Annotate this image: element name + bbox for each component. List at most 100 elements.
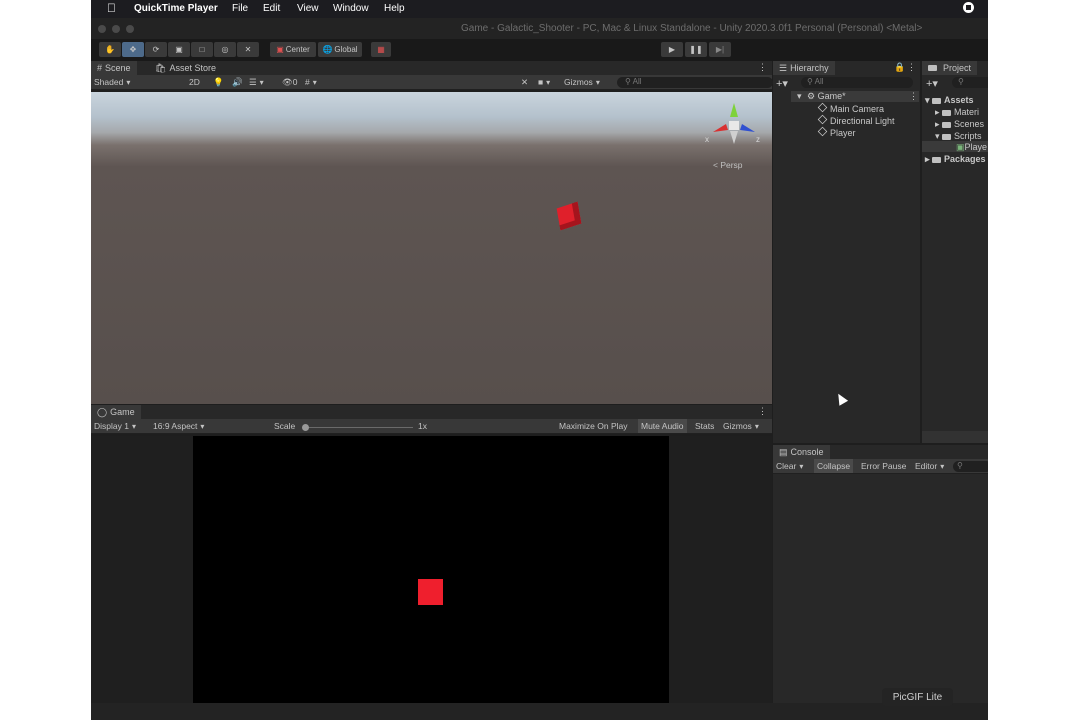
search-icon: ⚲ (625, 77, 633, 86)
play-button[interactable]: ▶ (661, 42, 683, 57)
menu-window[interactable]: Window (333, 3, 369, 14)
lighting-icon[interactable]: 💡 (213, 77, 224, 88)
grid-toggle-icon[interactable]: # (305, 77, 317, 87)
hierarchy-search-input[interactable]: ⚲ All (801, 77, 913, 88)
tab-project[interactable]: Project (922, 61, 978, 75)
minimize-window-button[interactable] (112, 25, 120, 33)
camera-icon[interactable]: ■ (538, 77, 550, 87)
y-axis-cone[interactable] (730, 103, 738, 117)
neg-y-cone[interactable] (730, 131, 738, 144)
folder-icon (928, 65, 937, 71)
menu-help[interactable]: Help (384, 3, 405, 14)
pivot-center-button[interactable]: ▣ Center (270, 42, 316, 57)
zoom-window-button[interactable] (126, 25, 134, 33)
gizmo-center-cube[interactable] (729, 121, 739, 130)
record-stop-icon[interactable] (963, 2, 974, 13)
tools-icon[interactable]: ✕ (521, 77, 528, 88)
hierarchy-tabstrip: ☰ Hierarchy 🔒 ⋮ (773, 61, 920, 75)
menu-file[interactable]: File (232, 3, 248, 14)
scene-controlbar: Shaded 2D 💡 🔊 ☰ 👁0 # ✕ ■ Gizmos ⚲ All (91, 75, 773, 90)
eye-slash-icon: 👁 (282, 77, 293, 87)
project-script-file[interactable]: ▣Playe (956, 142, 987, 153)
console-error-pause-toggle[interactable]: Error Pause (861, 461, 906, 471)
projection-label[interactable]: < Persp (713, 160, 743, 170)
hierarchy-more-icon[interactable]: ⋮ (907, 62, 916, 73)
close-window-button[interactable] (98, 25, 106, 33)
maximize-on-play-toggle[interactable]: Maximize On Play (559, 421, 628, 431)
audio-icon[interactable]: 🔊 (232, 77, 243, 88)
scene-row-more-icon[interactable]: ⋮ (909, 91, 918, 102)
project-folder-scenes[interactable]: ▸ Scenes (935, 119, 984, 130)
tab-console[interactable]: ▤ Console (773, 445, 830, 459)
project-search-input[interactable]: ⚲ (952, 77, 988, 88)
gameobject-icon (817, 126, 828, 137)
space-global-button[interactable]: 🌐 Global (318, 42, 362, 57)
x-axis-cone[interactable] (713, 124, 728, 132)
menu-edit[interactable]: Edit (263, 3, 280, 14)
draw-mode-dropdown[interactable]: Shaded (94, 77, 178, 87)
hierarchy-add-button[interactable]: +▾ (776, 77, 788, 90)
hierarchy-item-player[interactable]: Player (817, 126, 856, 138)
hand-tool-icon[interactable]: ✋ (99, 42, 121, 57)
console-collapse-toggle[interactable]: Collapse (814, 459, 854, 473)
step-button[interactable]: ▶| (709, 42, 731, 57)
custom-tool-icon[interactable]: ✕ (237, 42, 259, 57)
tab-asset-store[interactable]: 🛍 Asset Store (149, 61, 222, 75)
tab-game[interactable]: ◯ Game (91, 405, 141, 419)
move-tool-icon[interactable]: ✥ (122, 42, 144, 57)
window-titlebar: Game - Galactic_Shooter - PC, Mac & Linu… (91, 18, 988, 39)
stats-toggle[interactable]: Stats (695, 421, 714, 431)
hierarchy-item-main-camera[interactable]: Main Camera (817, 102, 884, 114)
game-tabstrip: ◯ Game ⋮ (91, 405, 772, 419)
z-axis-cone[interactable] (740, 124, 755, 132)
project-add-button[interactable]: +▾ (926, 77, 938, 90)
orientation-gizmo[interactable]: x z (705, 96, 763, 148)
tab-scene[interactable]: # Scene (91, 61, 137, 75)
mute-audio-toggle[interactable]: Mute Audio (638, 419, 687, 433)
pause-button[interactable]: ❚❚ (685, 42, 707, 57)
rotate-tool-icon[interactable]: ⟳ (145, 42, 167, 57)
folder-icon (942, 121, 952, 128)
folder-icon (932, 156, 942, 163)
project-folder-materials[interactable]: ▸ Materi (935, 107, 979, 118)
apple-icon[interactable]:  (107, 1, 116, 15)
scene-viewport[interactable] (91, 92, 772, 404)
menu-app-name[interactable]: QuickTime Player (134, 3, 218, 14)
project-packages-folder[interactable]: ▸ Packages (925, 154, 986, 165)
console-editor-dropdown[interactable]: Editor (915, 461, 944, 471)
list-icon: ☰ (779, 62, 788, 73)
globe-icon: 🌐 (322, 45, 333, 54)
hierarchy-scene-item[interactable]: ⚙ Game* (807, 91, 846, 102)
screen-frame:  QuickTime Player File Edit View Window… (91, 0, 988, 720)
menu-view[interactable]: View (297, 3, 319, 14)
snap-icon[interactable]: ▦ (371, 42, 391, 57)
lock-icon[interactable]: 🔒 (894, 62, 905, 73)
tab-hierarchy[interactable]: ☰ Hierarchy (773, 61, 835, 75)
console-toolbar: Clear Collapse Error Pause Editor ⚲ (773, 459, 988, 474)
scene-search-input[interactable]: ⚲ All (617, 77, 773, 88)
rect-tool-icon[interactable]: □ (191, 42, 213, 57)
game-gizmos-dropdown[interactable]: Gizmos (723, 421, 759, 431)
scene-tabstrip: # Scene 🛍 Asset Store ⋮ (91, 61, 772, 75)
hidden-objects-counter[interactable]: 👁0 (282, 77, 298, 88)
csharp-script-icon: ▣ (956, 142, 965, 152)
scene-more-icon[interactable]: ⋮ (758, 62, 767, 73)
toggle-2d-button[interactable]: 2D (189, 77, 200, 87)
display-dropdown[interactable]: Display 1 (94, 421, 146, 431)
effects-icon[interactable]: ☰ (249, 77, 264, 88)
game-more-icon[interactable]: ⋮ (758, 406, 767, 417)
status-bar (91, 703, 988, 720)
hierarchy-item-directional-light[interactable]: Directional Light (817, 114, 895, 126)
scale-tool-icon[interactable]: ▣ (168, 42, 190, 57)
project-assets-folder[interactable]: ▾ Assets (925, 95, 974, 106)
scene-foldout-icon[interactable]: ▾ (797, 91, 802, 102)
console-clear-button[interactable]: Clear (776, 461, 803, 471)
game-view-canvas[interactable] (193, 436, 669, 703)
scale-slider-knob[interactable] (302, 424, 309, 431)
console-panel (773, 445, 988, 703)
scale-slider-track[interactable] (306, 427, 413, 428)
transform-tool-icon[interactable]: ◎ (214, 42, 236, 57)
scene-gizmos-dropdown[interactable]: Gizmos (564, 77, 600, 87)
aspect-dropdown[interactable]: 16:9 Aspect (153, 421, 265, 431)
console-search-input[interactable]: ⚲ (953, 461, 988, 472)
